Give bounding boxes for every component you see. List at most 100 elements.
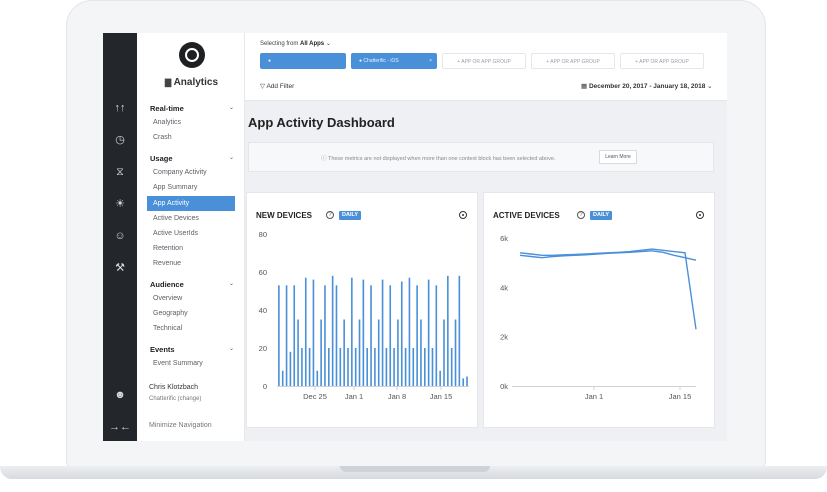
y-tick-label: 20: [259, 344, 267, 353]
bar: [408, 277, 411, 386]
selecting-value: All Apps: [300, 41, 325, 47]
bar: [278, 285, 280, 386]
active-devices-chart: 0k 2k 4k 6k Jan 1 Jan 15: [500, 234, 697, 401]
x-tick-label: Jan 1: [345, 392, 363, 401]
laptop-mockup: ↑↑ ◷ ⧖ ☀ ☺ ⚒ ☻ →← ▇ Analytics Real-time …: [0, 0, 827, 492]
bar: [304, 277, 307, 386]
bar: [393, 348, 395, 386]
section-usage[interactable]: Usage: [150, 154, 173, 163]
chevron-down-icon[interactable]: ⌄: [229, 280, 234, 287]
daily-badge[interactable]: DAILY: [590, 211, 612, 220]
bar: [362, 279, 365, 386]
page-title: App Activity Dashboard: [248, 115, 395, 130]
nav-item-crash[interactable]: Crash: [153, 134, 172, 141]
apple-icon: ●: [359, 58, 363, 64]
bug-icon[interactable]: ☀: [103, 195, 137, 213]
award-icon[interactable]: ⧖: [103, 163, 137, 181]
section-events[interactable]: Events: [150, 345, 175, 354]
bar: [308, 348, 311, 386]
user-name: Chris Klotzbach: [149, 384, 199, 391]
apple-icon: ●: [268, 58, 272, 64]
y-tick-label: 6k: [500, 234, 508, 243]
bar: [397, 319, 399, 386]
chevron-down-icon: ⌄: [325, 41, 331, 47]
nav-item-retention[interactable]: Retention: [153, 245, 183, 252]
notice-banner: ⓘ These metrics are not displayed when m…: [248, 142, 714, 172]
bar: [370, 285, 372, 386]
bar: [458, 275, 461, 386]
help-icon[interactable]: ?: [326, 211, 334, 219]
active-devices-card: ACTIVE DEVICES ? DAILY 0k 2k 4k 6k Jan 1 Jan …: [483, 192, 715, 428]
add-app-tab[interactable]: + APP OR APP GROUP: [620, 53, 704, 69]
chevron-down-icon: ⌄: [707, 83, 713, 90]
chevron-down-icon[interactable]: ⌄: [229, 154, 234, 161]
help-icon[interactable]: ?: [577, 211, 585, 219]
app-tab[interactable]: ● Chatterific - iOS ×: [351, 53, 437, 69]
nav-item-overview[interactable]: Overview: [153, 295, 182, 302]
nav-item-technical[interactable]: Technical: [153, 325, 182, 332]
nav-item-active-devices[interactable]: Active Devices: [153, 215, 199, 222]
bar: [412, 348, 415, 386]
nav-item-company-activity[interactable]: Company Activity: [153, 169, 207, 176]
bar: [420, 319, 422, 386]
expand-icon[interactable]: →←: [103, 418, 137, 436]
add-filter-button[interactable]: ▽ Add Filter: [260, 82, 294, 90]
bar: [454, 319, 457, 386]
nav-item-app-summary[interactable]: App Summary: [153, 184, 197, 191]
user-circle-icon[interactable]: ☻: [103, 386, 137, 404]
daily-badge[interactable]: DAILY: [339, 211, 361, 220]
filter-icon: ▽: [260, 83, 265, 90]
close-icon[interactable]: ×: [429, 53, 432, 69]
app-tab[interactable]: ●: [260, 53, 346, 69]
icon-rail: ↑↑ ◷ ⧖ ☀ ☺ ⚒ ☻ →←: [103, 33, 137, 441]
add-app-tab[interactable]: + APP OR APP GROUP: [442, 53, 526, 69]
y-tick-label: 0k: [500, 382, 508, 391]
nav-item-revenue[interactable]: Revenue: [153, 260, 181, 267]
user-org[interactable]: Chatterific (change): [149, 396, 201, 402]
bar: [385, 348, 388, 386]
add-app-tab[interactable]: + APP OR APP GROUP: [531, 53, 615, 69]
y-tick-label: 40: [259, 306, 267, 315]
options-icon[interactable]: [696, 211, 704, 219]
chevron-down-icon[interactable]: ⌄: [229, 345, 234, 352]
bar: [416, 285, 418, 386]
bar: [374, 348, 376, 386]
bar: [462, 378, 465, 386]
nav-item-event-summary[interactable]: Event Summary: [153, 360, 203, 367]
bar-chart-icon[interactable]: ↑↑: [103, 99, 137, 117]
section-audience[interactable]: Audience: [150, 280, 184, 289]
clock-icon[interactable]: ◷: [103, 131, 137, 149]
bar: [347, 348, 349, 386]
bar: [389, 285, 392, 386]
users-icon[interactable]: ☺: [103, 227, 137, 245]
options-icon[interactable]: [459, 211, 467, 219]
nav-item-app-activity[interactable]: App Activity: [147, 196, 235, 211]
bar: [404, 348, 407, 386]
brand-title: ▇ Analytics: [165, 77, 218, 88]
bar: [320, 319, 322, 386]
bar: [400, 281, 403, 386]
nav-item-analytics[interactable]: Analytics: [153, 119, 181, 126]
bar: [427, 279, 430, 386]
learn-more-button[interactable]: Learn More: [599, 150, 637, 164]
minimize-navigation[interactable]: Minimize Navigation: [149, 422, 212, 429]
section-realtime[interactable]: Real-time: [150, 104, 184, 113]
y-tick-label: 2k: [500, 333, 508, 342]
x-tick-label: Jan 15: [430, 392, 453, 401]
date-range-label: December 20, 2017 - January 18, 2018: [588, 83, 706, 90]
y-tick-label: 0: [263, 382, 267, 391]
selecting-label[interactable]: Selecting from All Apps ⌄: [260, 40, 331, 47]
nav-item-geography[interactable]: Geography: [153, 310, 188, 317]
wrench-icon[interactable]: ⚒: [103, 259, 137, 277]
bar: [285, 285, 288, 386]
date-range-picker[interactable]: ▦ December 20, 2017 - January 18, 2018 ⌄: [581, 82, 713, 90]
dashboard-screen: ↑↑ ◷ ⧖ ☀ ☺ ⚒ ☻ →← ▇ Analytics Real-time …: [103, 33, 727, 441]
bar: [423, 348, 426, 386]
bar: [335, 285, 338, 386]
brand-label: Analytics: [173, 77, 219, 88]
nav-item-active-userids[interactable]: Active UserIds: [153, 230, 198, 237]
card-title: ACTIVE DEVICES: [493, 211, 560, 220]
card-title: NEW DEVICES: [256, 211, 313, 220]
chevron-down-icon[interactable]: ⌄: [229, 104, 234, 111]
bar: [312, 279, 315, 386]
